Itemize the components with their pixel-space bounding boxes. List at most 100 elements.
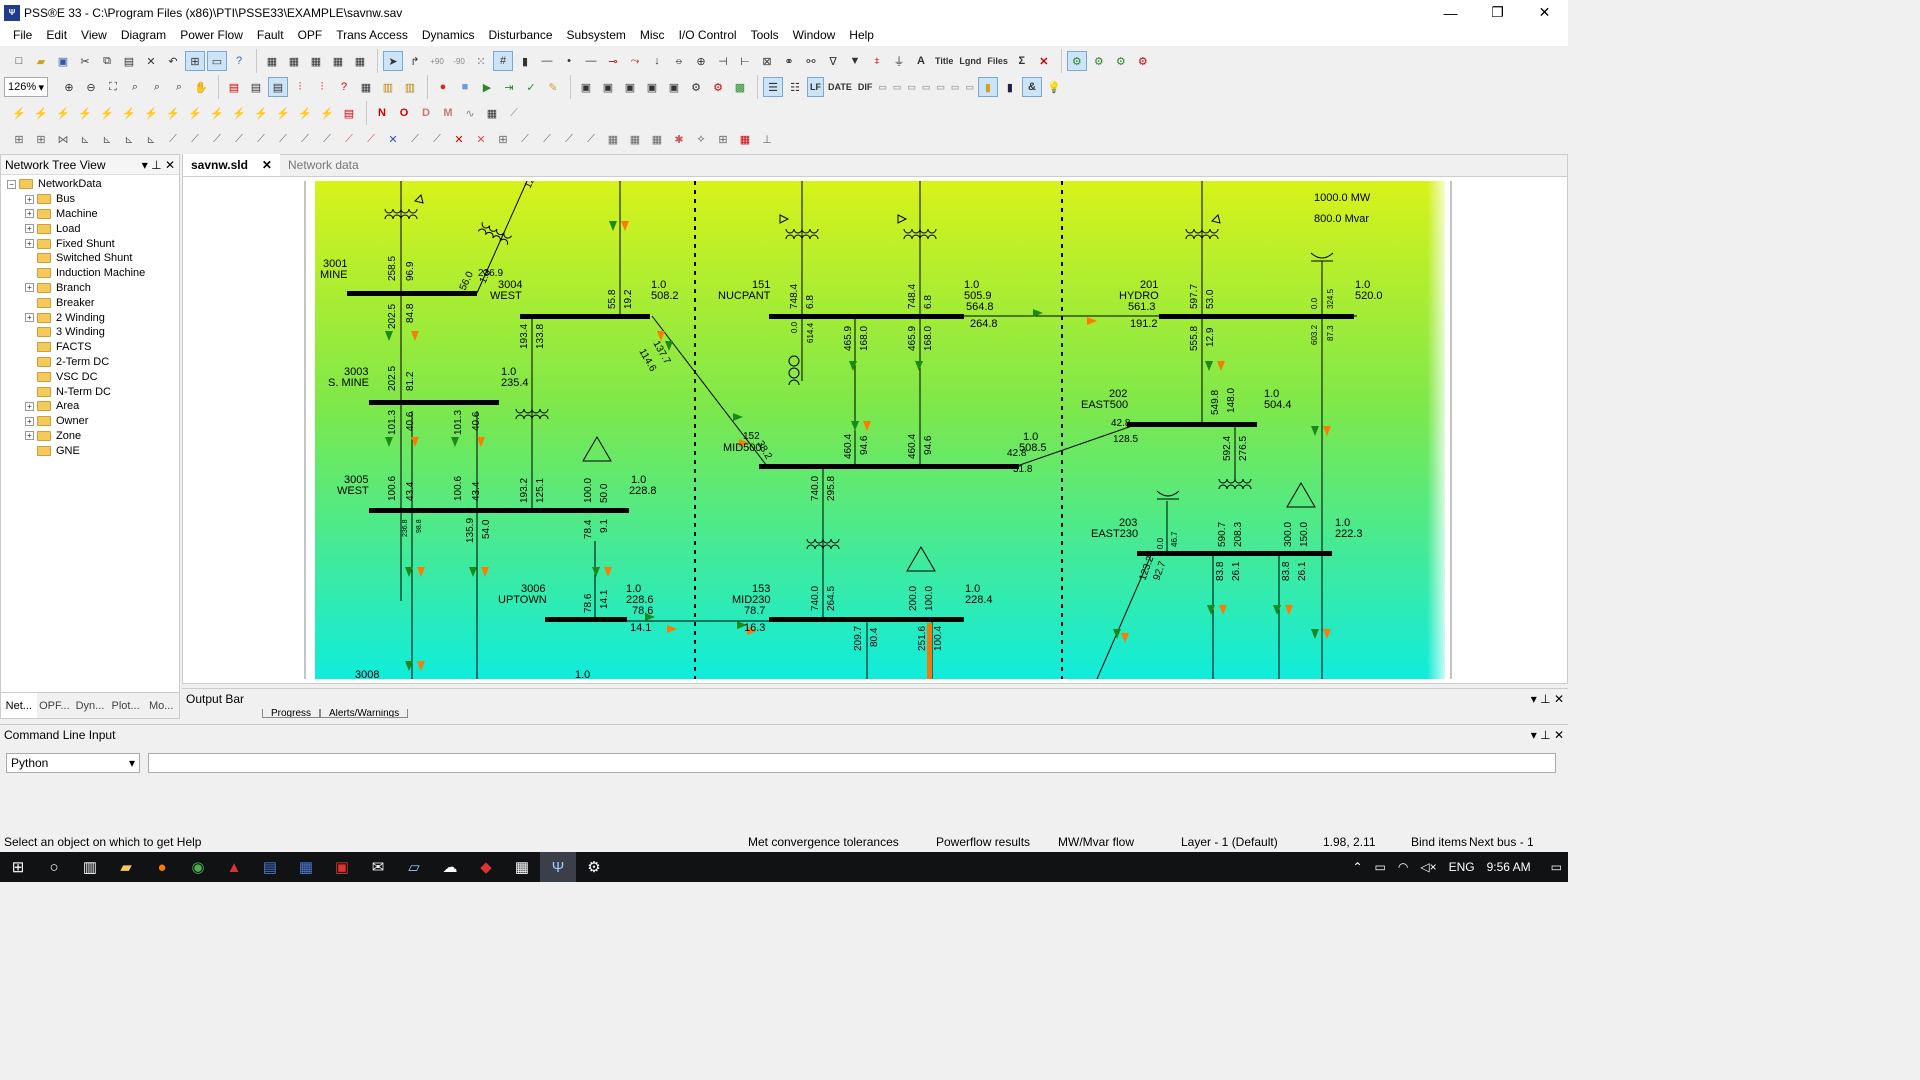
new-file-icon[interactable]: □ xyxy=(9,51,29,71)
diagram-view-icon[interactable]: ⊞ xyxy=(185,51,205,71)
select-pointer-icon[interactable]: ➤ xyxy=(383,51,403,71)
restore-button[interactable]: ❐ xyxy=(1474,0,1521,25)
app-icon[interactable]: ▲ xyxy=(216,852,252,882)
wave-icon[interactable]: ∿ xyxy=(460,103,480,123)
plot-25-icon[interactable]: ⟋ xyxy=(537,129,557,149)
menu-dynamics[interactable]: Dynamics xyxy=(415,25,482,46)
menu-opf[interactable]: OPF xyxy=(291,25,330,46)
tree-item[interactable]: + Branch xyxy=(1,281,179,296)
bus-203[interactable] xyxy=(1137,551,1332,556)
az-icon[interactable]: ▣ xyxy=(620,77,640,97)
breaker-icon[interactable]: ⤳ xyxy=(625,51,645,71)
command-input[interactable] xyxy=(148,753,1556,773)
tool-icon[interactable]: ⚙ xyxy=(576,852,612,882)
tree-item[interactable]: + Zone xyxy=(1,429,179,444)
stop-icon[interactable]: ■ xyxy=(455,77,475,97)
plot-33-icon[interactable]: ⊞ xyxy=(713,129,733,149)
plot-22-icon[interactable]: ✕ xyxy=(471,129,491,149)
help-icon[interactable]: ? xyxy=(229,51,249,71)
fault-11-icon[interactable]: ⚡ xyxy=(229,103,249,123)
layer-4-icon[interactable]: ▦ xyxy=(328,51,348,71)
bus-152[interactable] xyxy=(759,464,1019,469)
sigma-icon[interactable]: Σ xyxy=(1012,51,1032,71)
date-button[interactable]: DATE xyxy=(826,77,854,97)
line-icon[interactable]: — xyxy=(537,51,557,71)
network-alt-icon[interactable]: ⚙ xyxy=(708,77,728,97)
menu-tools[interactable]: Tools xyxy=(744,25,786,46)
asce-button[interactable]: ▭ xyxy=(876,77,889,97)
menu-power-flow[interactable]: Power Flow xyxy=(173,25,250,46)
clock[interactable]: 9:56 AM xyxy=(1487,860,1531,874)
plot-26-icon[interactable]: ⟋ xyxy=(559,129,579,149)
powerpoint-icon[interactable]: ▣ xyxy=(324,852,360,882)
tree-item[interactable]: VSC DC xyxy=(1,369,179,384)
tree-item[interactable]: FACTS xyxy=(1,340,179,355)
plot-14-icon[interactable]: ⟋ xyxy=(295,129,315,149)
menu-window[interactable]: Window xyxy=(786,25,843,46)
tree-item[interactable]: + Bus xyxy=(1,192,179,207)
tree-item[interactable]: + Load xyxy=(1,221,179,236)
dat-icon[interactable]: ▣ xyxy=(576,77,596,97)
dif-button[interactable]: DIF xyxy=(856,77,875,97)
chevron-up-icon[interactable]: ⌃ xyxy=(1352,860,1362,874)
word-icon[interactable]: ▤ xyxy=(252,852,288,882)
network-clear-icon[interactable]: ⚙ xyxy=(1133,51,1153,71)
tree-item[interactable]: Induction Machine xyxy=(1,266,179,281)
expand-icon[interactable]: + xyxy=(25,416,34,426)
language-select[interactable]: Python ▾ xyxy=(6,753,140,773)
menu-fault[interactable]: Fault xyxy=(250,25,291,46)
plot-35-icon[interactable]: ⊥ xyxy=(757,129,777,149)
plot-5-icon[interactable]: ⊾ xyxy=(97,129,117,149)
cloud-icon[interactable]: ☁ xyxy=(432,852,468,882)
tree-item[interactable]: 3 Winding xyxy=(1,325,179,340)
import-icon[interactable]: ▥ xyxy=(378,77,398,97)
tree-item[interactable]: 2-Term DC xyxy=(1,355,179,370)
network-auto-icon[interactable]: ⚙ xyxy=(1111,51,1131,71)
file-explorer-icon[interactable]: ▰ xyxy=(108,852,144,882)
b-icon[interactable]: ▣ xyxy=(598,77,618,97)
shunt-icon[interactable]: ⊣ xyxy=(713,51,733,71)
single-line-diagram[interactable]: 258.5 96.9 202.5 84.8 202.5 81.2 101.3 4… xyxy=(187,181,1563,679)
fault-5-icon[interactable]: ⚡ xyxy=(97,103,117,123)
plot-29-icon[interactable]: ▦ xyxy=(625,129,645,149)
plot-19-icon[interactable]: ⟋ xyxy=(405,129,425,149)
bus-3003[interactable] xyxy=(369,400,499,405)
plot-12-icon[interactable]: ⟋ xyxy=(251,129,271,149)
undo-icon[interactable]: ↶ xyxy=(163,51,183,71)
acce-button[interactable]: ▭ xyxy=(934,77,947,97)
highlight-icon[interactable]: ▮ xyxy=(977,77,998,97)
pin-icon[interactable]: ⊥ xyxy=(1540,728,1550,742)
collapse-icon[interactable]: − xyxy=(7,179,16,189)
expand-icon[interactable]: + xyxy=(25,209,34,219)
diagram-canvas[interactable]: 258.5 96.9 202.5 84.8 202.5 81.2 101.3 4… xyxy=(187,181,1563,679)
save-icon[interactable]: ▣ xyxy=(53,51,73,71)
generator-icon[interactable]: ⦵ xyxy=(669,51,689,71)
tab-network[interactable]: Net... xyxy=(1,693,37,718)
fault-16-icon[interactable]: ▤ xyxy=(339,103,359,123)
bus-202[interactable] xyxy=(1127,422,1257,427)
branch-icon[interactable]: ― xyxy=(581,51,601,71)
switched-shunt-icon[interactable]: ⊢ xyxy=(735,51,755,71)
fault-9-icon[interactable]: ⚡ xyxy=(185,103,205,123)
plot-13-icon[interactable]: ⟋ xyxy=(273,129,293,149)
fault-12-icon[interactable]: ⚡ xyxy=(251,103,271,123)
plot-30-icon[interactable]: ▦ xyxy=(647,129,667,149)
load-triangle-icon[interactable]: ▼ xyxy=(845,51,865,71)
chrome-icon[interactable]: ◉ xyxy=(180,852,216,882)
plot-17-icon[interactable]: ⟋ xyxy=(361,129,381,149)
rotate-pointer-icon[interactable]: ↱ xyxy=(405,51,425,71)
record-icon[interactable]: ● xyxy=(433,77,453,97)
transformer-down-icon[interactable]: ∇ xyxy=(823,51,843,71)
close-tab-icon[interactable]: ✕ xyxy=(262,158,272,172)
copy-icon[interactable]: ⧉ xyxy=(97,51,117,71)
zoom-all-icon[interactable]: ⌕ xyxy=(169,77,189,97)
zoom-select[interactable]: 126% ▾ xyxy=(4,77,48,97)
plot-10-icon[interactable]: ⟋ xyxy=(207,129,227,149)
tab-dynamics[interactable]: Dyn... xyxy=(72,693,108,718)
rele-button[interactable]: ▭ xyxy=(905,77,918,97)
window-view-icon[interactable]: ▭ xyxy=(207,51,227,71)
legend-button[interactable]: Lgnd xyxy=(957,51,983,71)
data-table-icon[interactable]: ▦ xyxy=(356,77,376,97)
grid-snap-icon[interactable]: # xyxy=(493,51,513,71)
close-icon[interactable]: ✕ xyxy=(1554,692,1564,706)
